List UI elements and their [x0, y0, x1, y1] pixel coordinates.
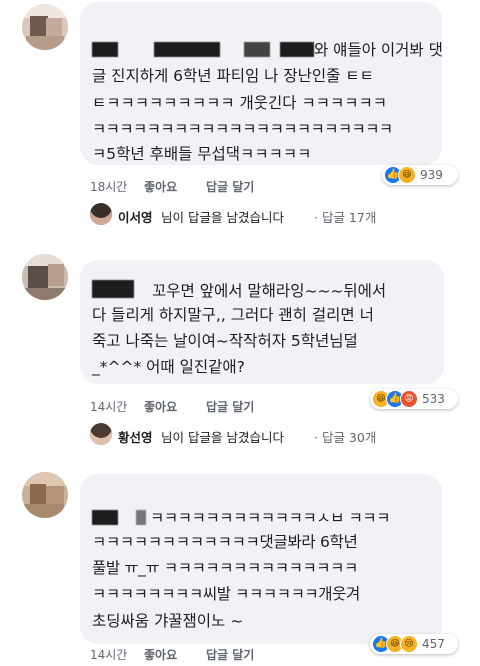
- reply-count[interactable]: · 답글 30개: [314, 427, 376, 446]
- comment-line-1: 와 얘들아 이거봐 댓: [92, 42, 443, 59]
- comment-line-1: ㅋㅋㅋㅋㅋㅋㅋㅋㅋㅋㅋㅋㅅㅂ ㅋㅋㅋ: [92, 510, 391, 527]
- angry-reaction-icon: 😡: [400, 390, 418, 408]
- redacted-name-block: [280, 42, 314, 57]
- reply-summary[interactable]: 이서영 님이 답글을 남겼습니다 · 답글 17개: [90, 203, 470, 227]
- reply-summary[interactable]: 황선영 님이 답글을 남겼습니다 · 답글 30개: [90, 423, 470, 447]
- comment-line-5: ㅋ5학년 후배들 무섭댁ㅋㅋㅋㅋㅋ: [92, 145, 312, 163]
- reply-notice: 님이 답글을 남겼습니다: [161, 210, 284, 225]
- comment-3: ㅋㅋㅋㅋㅋㅋㅋㅋㅋㅋㅋㅋㅅㅂ ㅋㅋㅋ ㅋㅋㅋㅋㅋㅋㅋㅋㅋㅋㅋㅋ댓글봐라 6학년 …: [0, 462, 480, 666]
- like-link[interactable]: 좋아요: [144, 646, 177, 663]
- commenter-avatar-pixelated[interactable]: [22, 254, 68, 300]
- comment-2: 꼬우면 앞에서 말해라잉~~~뒤에서 다 들리게 하지말구,, 그러다 괜히 걸…: [0, 240, 480, 450]
- comment-line-4: _*^^* 어때 일진같애?: [92, 358, 245, 376]
- replier-name[interactable]: 황선영: [118, 427, 153, 446]
- reaction-count: 457: [422, 637, 445, 651]
- sad-reaction-icon: 😢: [400, 635, 418, 653]
- redacted-name-block: [92, 280, 134, 298]
- comment-bubble: 꼬우면 앞에서 말해라잉~~~뒤에서 다 들리게 하지말구,, 그러다 괜히 걸…: [80, 260, 444, 384]
- comment-meta: 18시간 좋아요 답글 달기: [90, 178, 290, 194]
- reaction-summary[interactable]: 👍 😆 😢 457: [370, 634, 458, 654]
- reply-count[interactable]: · 답글 17개: [314, 207, 376, 226]
- redacted-name-block: [92, 510, 118, 525]
- comment-meta: 14시간 좋아요 답글 달기: [90, 646, 290, 662]
- reply-notice: 님이 답글을 남겼습니다: [161, 430, 284, 445]
- reaction-count: 939: [420, 168, 443, 182]
- comment-1: 와 얘들아 이거봐 댓 글 진지하게 6학년 파티임 나 장난인줄 ㅌㅌ ㅌㅋㅋ…: [0, 0, 480, 230]
- comment-line-1: 꼬우면 앞에서 말해라잉~~~뒤에서: [92, 280, 386, 300]
- comment-line-2: ㅋㅋㅋㅋㅋㅋㅋㅋㅋㅋㅋㅋ댓글봐라 6학년: [92, 533, 358, 551]
- replier-avatar: [90, 203, 112, 225]
- reaction-summary[interactable]: 👍 😆 939: [382, 165, 458, 185]
- comment-line-3: 풀발 ㅠ_ㅠ ㅋㅋㅋㅋㅋㅋㅋㅋㅋㅋㅋㅋㅋㅋ: [92, 559, 358, 577]
- replier-avatar: [90, 423, 112, 445]
- redacted-name-block: [92, 42, 118, 57]
- comment-bubble: ㅋㅋㅋㅋㅋㅋㅋㅋㅋㅋㅋㅋㅅㅂ ㅋㅋㅋ ㅋㅋㅋㅋㅋㅋㅋㅋㅋㅋㅋㅋ댓글봐라 6학년 …: [80, 474, 442, 644]
- comment-meta: 14시간 좋아요 답글 달기: [90, 398, 290, 414]
- reply-link[interactable]: 답글 달기: [206, 178, 254, 195]
- haha-reaction-icon: 😆: [398, 166, 416, 184]
- comment-bubble: 와 얘들아 이거봐 댓 글 진지하게 6학년 파티임 나 장난인줄 ㅌㅌ ㅌㅋㅋ…: [80, 2, 443, 165]
- redacted-name-block: [136, 510, 146, 525]
- commenter-avatar-pixelated[interactable]: [22, 472, 68, 518]
- reaction-count: 533: [422, 392, 445, 406]
- comment-line-3: 죽고 나죽는 날이여~작작허자 5학년님덜: [92, 332, 358, 350]
- like-link[interactable]: 좋아요: [144, 398, 177, 415]
- reply-link[interactable]: 답글 달기: [206, 646, 254, 663]
- comment-line-4: ㅋㅋㅋㅋㅋㅋㅋㅋ씨발 ㅋㅋㅋㅋㅋㅋ개웃겨: [92, 585, 360, 603]
- comment-line-2: 글 진지하게 6학년 파티임 나 장난인줄 ㅌㅌ: [92, 67, 374, 85]
- replier-name[interactable]: 이서영: [118, 207, 153, 226]
- comment-line-2: 다 들리게 하지말구,, 그러다 괜히 걸리면 너: [92, 306, 374, 324]
- reaction-summary[interactable]: 😆 👍 😡 533: [370, 389, 458, 409]
- comment-line-5: 초딩싸움 갸꿀잼이노 ~: [92, 612, 244, 630]
- comment-time[interactable]: 14시간: [90, 646, 127, 663]
- comment-line-3: ㅌㅋㅋㅋㅋㅋㅋㅋㅋㅋ 개웃긴다 ㅋㅋㅋㅋㅋㅋ: [92, 94, 388, 112]
- like-link[interactable]: 좋아요: [144, 178, 177, 195]
- redacted-name-block: [244, 42, 270, 57]
- commenter-avatar-pixelated[interactable]: [22, 4, 68, 50]
- comment-time[interactable]: 18시간: [90, 178, 127, 195]
- reply-link[interactable]: 답글 달기: [206, 398, 254, 415]
- comment-time[interactable]: 14시간: [90, 398, 127, 415]
- redacted-name-block: [154, 42, 220, 57]
- comment-line-4: ㅋㅋㅋㅋㅋㅋㅋㅋㅋㅋㅋㅋㅋㅋㅋㅋㅋㅋㅋㅋㅋㅋ: [92, 120, 393, 138]
